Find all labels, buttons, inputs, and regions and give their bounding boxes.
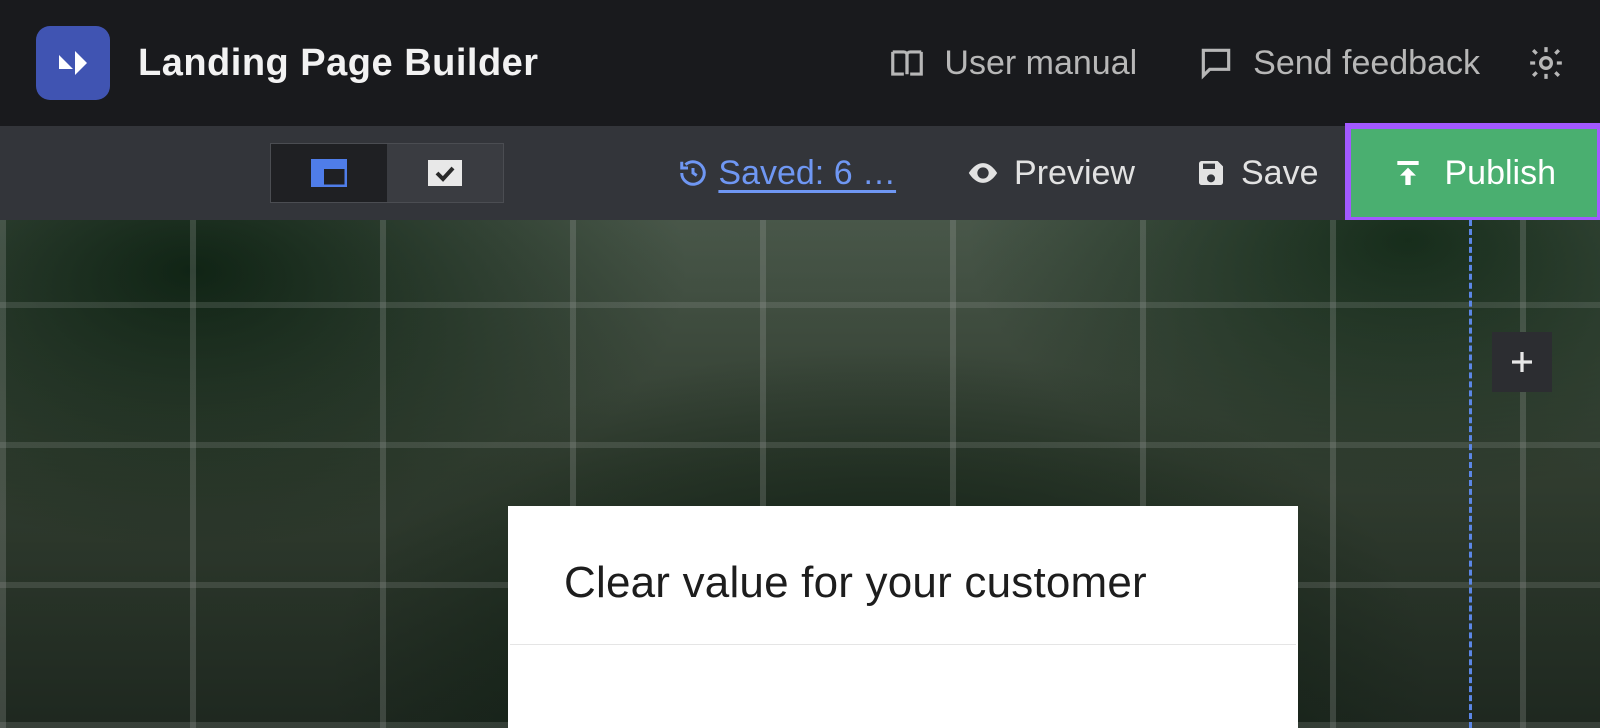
layout-icon	[311, 159, 347, 187]
toolbar-actions: Saved: 6 … Preview Save	[678, 126, 1600, 220]
app-logo	[36, 26, 110, 100]
publish-label: Publish	[1444, 154, 1556, 193]
history-icon	[678, 158, 708, 188]
chat-icon	[1197, 44, 1235, 82]
user-manual-link[interactable]: User manual	[888, 44, 1137, 83]
hero-title[interactable]: Clear value for your customer	[508, 506, 1298, 644]
save-button[interactable]: Save	[1165, 126, 1349, 220]
editor-canvas[interactable]: Clear value for your customer	[0, 220, 1600, 728]
card-divider	[510, 644, 1296, 645]
add-element-button[interactable]	[1492, 332, 1552, 392]
check-icon	[428, 160, 462, 186]
book-icon	[888, 44, 926, 82]
upload-icon	[1392, 157, 1424, 189]
checklist-view-button[interactable]	[387, 144, 503, 202]
plus-icon	[1507, 347, 1537, 377]
user-manual-label: User manual	[944, 44, 1137, 83]
save-icon	[1195, 157, 1227, 189]
preview-label: Preview	[1014, 154, 1135, 193]
view-toggle	[270, 143, 504, 203]
send-feedback-link[interactable]: Send feedback	[1197, 44, 1480, 83]
alignment-guide	[1469, 220, 1472, 728]
saved-status-label: Saved: 6 …	[718, 154, 896, 193]
app-title: Landing Page Builder	[138, 42, 539, 85]
gear-icon	[1526, 43, 1566, 83]
editor-toolbar: Saved: 6 … Preview Save	[0, 126, 1600, 220]
app-header: Landing Page Builder User manual Send fe…	[0, 0, 1600, 126]
save-label: Save	[1241, 154, 1319, 193]
layout-view-button[interactable]	[271, 144, 387, 202]
send-feedback-label: Send feedback	[1253, 44, 1480, 83]
hero-content-card[interactable]: Clear value for your customer	[508, 506, 1298, 728]
publish-button[interactable]: Publish	[1348, 126, 1600, 220]
saved-status[interactable]: Saved: 6 …	[678, 154, 896, 193]
logo-icon	[53, 43, 93, 83]
settings-button[interactable]	[1526, 43, 1566, 83]
preview-button[interactable]: Preview	[936, 126, 1165, 220]
eye-icon	[966, 156, 1000, 190]
